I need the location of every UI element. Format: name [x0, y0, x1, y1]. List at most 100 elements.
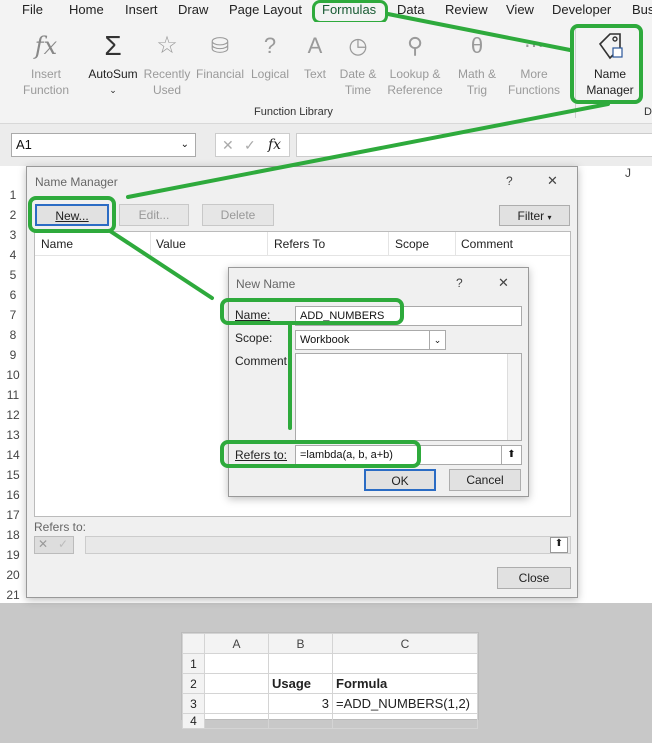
- refers-to-highlight: [220, 440, 421, 468]
- formula-buttons: ✕ ✓ fx: [215, 133, 290, 157]
- row-header[interactable]: 3: [0, 228, 26, 242]
- cell[interactable]: [332, 653, 478, 674]
- date-time-button[interactable]: ◷ Date & Time: [328, 30, 388, 98]
- close-icon[interactable]: ✕: [498, 275, 509, 291]
- formula-input[interactable]: [296, 133, 652, 157]
- menu-view[interactable]: View: [506, 2, 534, 17]
- name-box[interactable]: A1 ⌄: [11, 133, 196, 157]
- cell[interactable]: [204, 653, 269, 674]
- cell[interactable]: [204, 713, 269, 729]
- help-icon[interactable]: ?: [506, 174, 513, 188]
- menu-data[interactable]: Data: [397, 2, 424, 17]
- formula-bar-area: A1 ⌄ ✕ ✓ fx: [0, 124, 652, 166]
- check-icon[interactable]: ✓: [58, 537, 68, 551]
- row-header[interactable]: 11: [0, 388, 26, 402]
- formula-value-cell[interactable]: =ADD_NUMBERS(1,2): [332, 693, 478, 714]
- menu-developer[interactable]: Developer: [552, 2, 611, 17]
- row-header[interactable]: 13: [0, 428, 26, 442]
- fx-icon[interactable]: fx: [268, 137, 281, 153]
- function-library-label: Function Library: [254, 106, 333, 118]
- close-icon[interactable]: ✕: [547, 173, 558, 189]
- column-scope[interactable]: Scope: [395, 237, 429, 251]
- recently-used-button[interactable]: ☆ Recently Used: [137, 30, 197, 98]
- enter-check-icon[interactable]: ✓: [244, 137, 256, 154]
- menu-draw[interactable]: Draw: [178, 2, 208, 17]
- theta-icon: θ: [470, 33, 484, 58]
- name-manager-highlight: [570, 24, 643, 104]
- cell[interactable]: [268, 653, 333, 674]
- close-button[interactable]: Close: [497, 567, 571, 589]
- row-header[interactable]: 17: [0, 508, 26, 522]
- row-header[interactable]: 9: [0, 348, 26, 362]
- row-header: 2: [182, 673, 205, 694]
- defined-names-label: D: [644, 106, 652, 118]
- magnifier-icon: ⚲: [406, 33, 424, 58]
- scope-label: Scope:: [235, 331, 273, 345]
- column-name[interactable]: Name: [41, 237, 73, 251]
- column-value[interactable]: Value: [156, 237, 186, 251]
- row-header[interactable]: 6: [0, 288, 26, 302]
- column-header-b: B: [268, 633, 333, 654]
- refers-to-input[interactable]: ⬆: [85, 536, 571, 554]
- menu-page-layout[interactable]: Page Layout: [229, 2, 302, 17]
- scrollbar[interactable]: [507, 354, 521, 440]
- menu-bus[interactable]: Bus: [632, 2, 652, 17]
- row-header[interactable]: 2: [0, 208, 26, 222]
- insert-function-button[interactable]: fx Insert Function: [16, 30, 76, 98]
- dialog-title: Name Manager: [35, 175, 118, 189]
- formula-header-cell[interactable]: Formula: [332, 673, 478, 694]
- more-functions-button[interactable]: ⋯ More Functions: [504, 30, 564, 98]
- row-header[interactable]: 5: [0, 268, 26, 282]
- column-header-j: J: [625, 166, 631, 180]
- row-header[interactable]: 7: [0, 308, 26, 322]
- cell[interactable]: [204, 693, 269, 714]
- edit-button[interactable]: Edit...: [119, 204, 189, 226]
- delete-button[interactable]: Delete: [202, 204, 274, 226]
- column-header-c: C: [332, 633, 478, 654]
- menu-insert[interactable]: Insert: [125, 2, 158, 17]
- row-header[interactable]: 4: [0, 248, 26, 262]
- row-header[interactable]: 18: [0, 528, 26, 542]
- row-header[interactable]: 14: [0, 448, 26, 462]
- cancel-x-icon[interactable]: ✕: [38, 537, 48, 551]
- cell[interactable]: [332, 713, 478, 729]
- row-header[interactable]: 1: [0, 188, 26, 202]
- collapse-dialog-icon[interactable]: ⬆: [550, 537, 568, 553]
- row-header[interactable]: 19: [0, 548, 26, 562]
- cell[interactable]: [204, 673, 269, 694]
- row-header[interactable]: 12: [0, 408, 26, 422]
- cancel-button[interactable]: Cancel: [449, 469, 521, 491]
- usage-header-cell[interactable]: Usage: [268, 673, 333, 694]
- more-functions-icon: ⋯: [524, 35, 544, 57]
- dropdown-arrow-icon: ▾: [547, 213, 552, 222]
- column-comment[interactable]: Comment: [461, 237, 513, 251]
- example-sheet: A B C 1 2 Usage Formula 3 3 =ADD_NUMBERS…: [181, 632, 479, 729]
- cell[interactable]: [268, 713, 333, 729]
- filter-button[interactable]: Filter ▾: [499, 205, 570, 226]
- lookup-reference-button[interactable]: ⚲ Lookup & Reference: [383, 30, 447, 98]
- corner-cell: [182, 633, 205, 654]
- autosum-button[interactable]: Σ AutoSum ⌄: [83, 30, 143, 98]
- math-trig-button[interactable]: θ Math & Trig: [447, 30, 507, 98]
- menu-home[interactable]: Home: [69, 2, 104, 17]
- clock-icon: ◷: [348, 33, 368, 58]
- menu-review[interactable]: Review: [445, 2, 488, 17]
- usage-value-cell[interactable]: 3: [268, 693, 333, 714]
- row-header[interactable]: 15: [0, 468, 26, 482]
- new-button-highlight: [28, 196, 116, 233]
- row-header[interactable]: 21: [0, 588, 26, 602]
- comment-textarea[interactable]: [295, 353, 522, 441]
- scope-select[interactable]: Workbook ⌄: [295, 330, 446, 350]
- row-header[interactable]: 8: [0, 328, 26, 342]
- row-header[interactable]: 10: [0, 368, 26, 382]
- chevron-down-icon[interactable]: ⌄: [429, 331, 445, 349]
- help-icon[interactable]: ?: [456, 276, 463, 290]
- chevron-down-icon: ⌄: [180, 139, 189, 150]
- menu-file[interactable]: File: [22, 2, 43, 17]
- cancel-x-icon[interactable]: ✕: [222, 137, 234, 154]
- row-header[interactable]: 20: [0, 568, 26, 582]
- ok-button[interactable]: OK: [364, 469, 436, 491]
- row-header[interactable]: 16: [0, 488, 26, 502]
- collapse-dialog-icon[interactable]: ⬆: [501, 446, 521, 464]
- column-refers-to[interactable]: Refers To: [274, 237, 325, 251]
